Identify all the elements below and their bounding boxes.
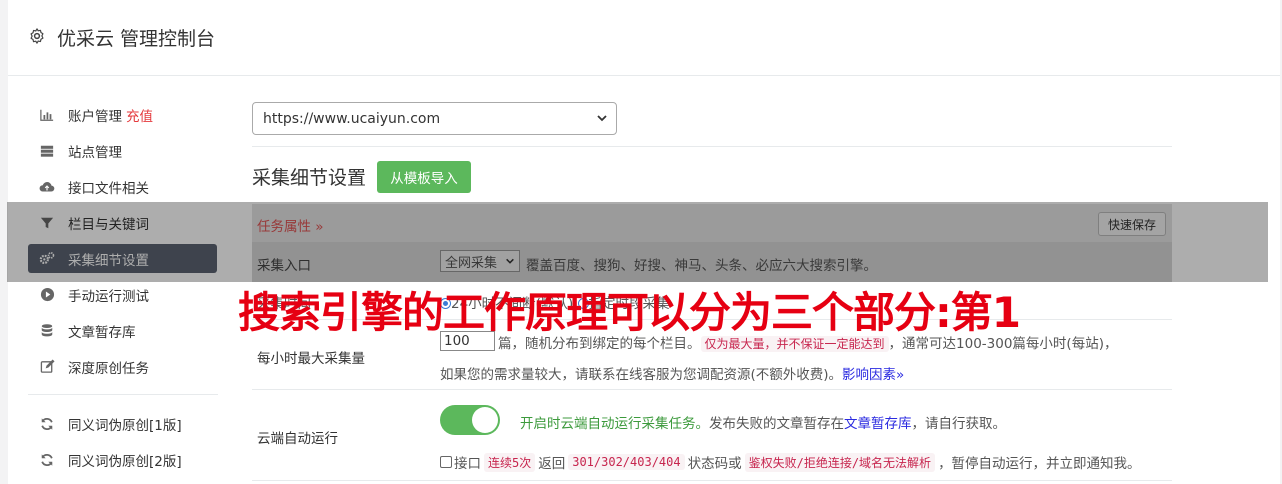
sidebar-item-label: 站点管理 [68, 144, 122, 161]
help-code: 301/302/403/404 [568, 454, 685, 470]
bar-chart-icon [39, 107, 55, 123]
sidebar-item-label: 同义词伪原创[2版] [68, 453, 182, 470]
article-storage-link[interactable]: 文章暂存库 [844, 416, 912, 432]
help-code: 鉴权失败/拒绝连接/域名无法解析 [744, 452, 936, 472]
sidebar-item-synonym-v2[interactable]: 同义词伪原创[2版] [28, 445, 217, 474]
sidebar-divider [28, 394, 218, 395]
pause-rule: 接口 连续5次 返回 301/302/403/404 状态码或 鉴权失败/拒绝连接/域名无… [440, 452, 1141, 472]
sidebar-item-label: 接口文件相关 [68, 180, 149, 197]
cloud-upload-icon [39, 179, 55, 195]
help-text: 如果您的需求量较大，请联系在线客服为您调配资源(不额外收费)。 [440, 367, 843, 383]
help-text: ，请自行获取。 [911, 416, 1007, 432]
sidebar-item-label: 账户管理 [68, 108, 122, 125]
sidebar-item-deep-original[interactable]: 深度原创任务 [28, 352, 217, 381]
sidebar-item-manual-run[interactable]: 手动运行测试 [28, 280, 217, 309]
checkbox-label: 接口 [454, 456, 481, 472]
database-icon [39, 323, 55, 339]
site-select-value: https://www.ucaiyun.com [263, 110, 441, 127]
cloud-auto-run-row: 云端自动运行 开启时云端自动运行采集任务。发布失败的文章暂存在文章暂存库，请自行… [252, 391, 1172, 481]
section-title: 采集细节设置 [252, 167, 367, 189]
recharge-link[interactable]: 充值 [126, 105, 153, 125]
pause-checkbox[interactable] [440, 456, 452, 468]
cloud-auto-run-desc: 开启时云端自动运行采集任务。发布失败的文章暂存在文章暂存库，请自行获取。 [520, 412, 1006, 432]
server-icon [39, 143, 55, 159]
sidebar-item-interface-files[interactable]: 接口文件相关 [28, 172, 217, 201]
refresh-icon [39, 452, 55, 468]
site-select[interactable]: https://www.ucaiyun.com [252, 102, 617, 135]
overlay-caption: 搜索引擎的工作原理可以分为三个部分:第1 [238, 288, 1021, 337]
sidebar-item-article-storage[interactable]: 文章暂存库 [28, 316, 217, 345]
help-text: 返回 [538, 456, 566, 472]
cloud-auto-run-label: 云端自动运行 [257, 431, 338, 447]
sidebar-item-synonym-v1[interactable]: 同义词伪原创[1版] [28, 409, 217, 438]
hourly-max-label: 每小时最大采集量 [257, 351, 365, 367]
help-code: 连续5次 [484, 452, 536, 472]
influence-factors-link[interactable]: 影响因素» [842, 367, 904, 383]
help-text: 开启时云端自动运行采集任务。 [520, 416, 709, 432]
chevron-down-icon [597, 115, 607, 122]
refresh-icon [39, 416, 55, 432]
help-text: 发布失败的文章暂存在 [709, 416, 844, 432]
help-text: 状态码或 [687, 456, 742, 472]
sidebar-item-account[interactable]: 账户管理 充值 [28, 100, 217, 129]
sidebar-item-label: 文章暂存库 [68, 324, 136, 341]
sidebar-item-label: 同义词伪原创[1版] [68, 417, 182, 434]
sidebar-item-sites[interactable]: 站点管理 [28, 136, 217, 165]
help-text: ，暂停自动运行，并立即通知我。 [938, 456, 1141, 472]
page-title: 优采云 管理控制台 [57, 28, 216, 50]
top-bar: 优采云 管理控制台 [8, 0, 1280, 76]
cloud-auto-run-toggle[interactable] [440, 405, 500, 435]
sidebar-item-label: 手动运行测试 [68, 288, 149, 305]
dim-overlay-band [7, 202, 1268, 282]
import-template-button[interactable]: 从模板导入 [377, 161, 471, 193]
divider [252, 146, 1172, 147]
play-circle-icon [39, 287, 55, 303]
edit-icon [39, 359, 55, 375]
gear-icon [30, 28, 44, 44]
toggle-knob [472, 407, 498, 433]
hourly-max-help-2: 如果您的需求量较大，请联系在线客服为您调配资源(不额外收费)。影响因素» [440, 363, 904, 383]
sidebar-item-label: 深度原创任务 [68, 360, 149, 377]
